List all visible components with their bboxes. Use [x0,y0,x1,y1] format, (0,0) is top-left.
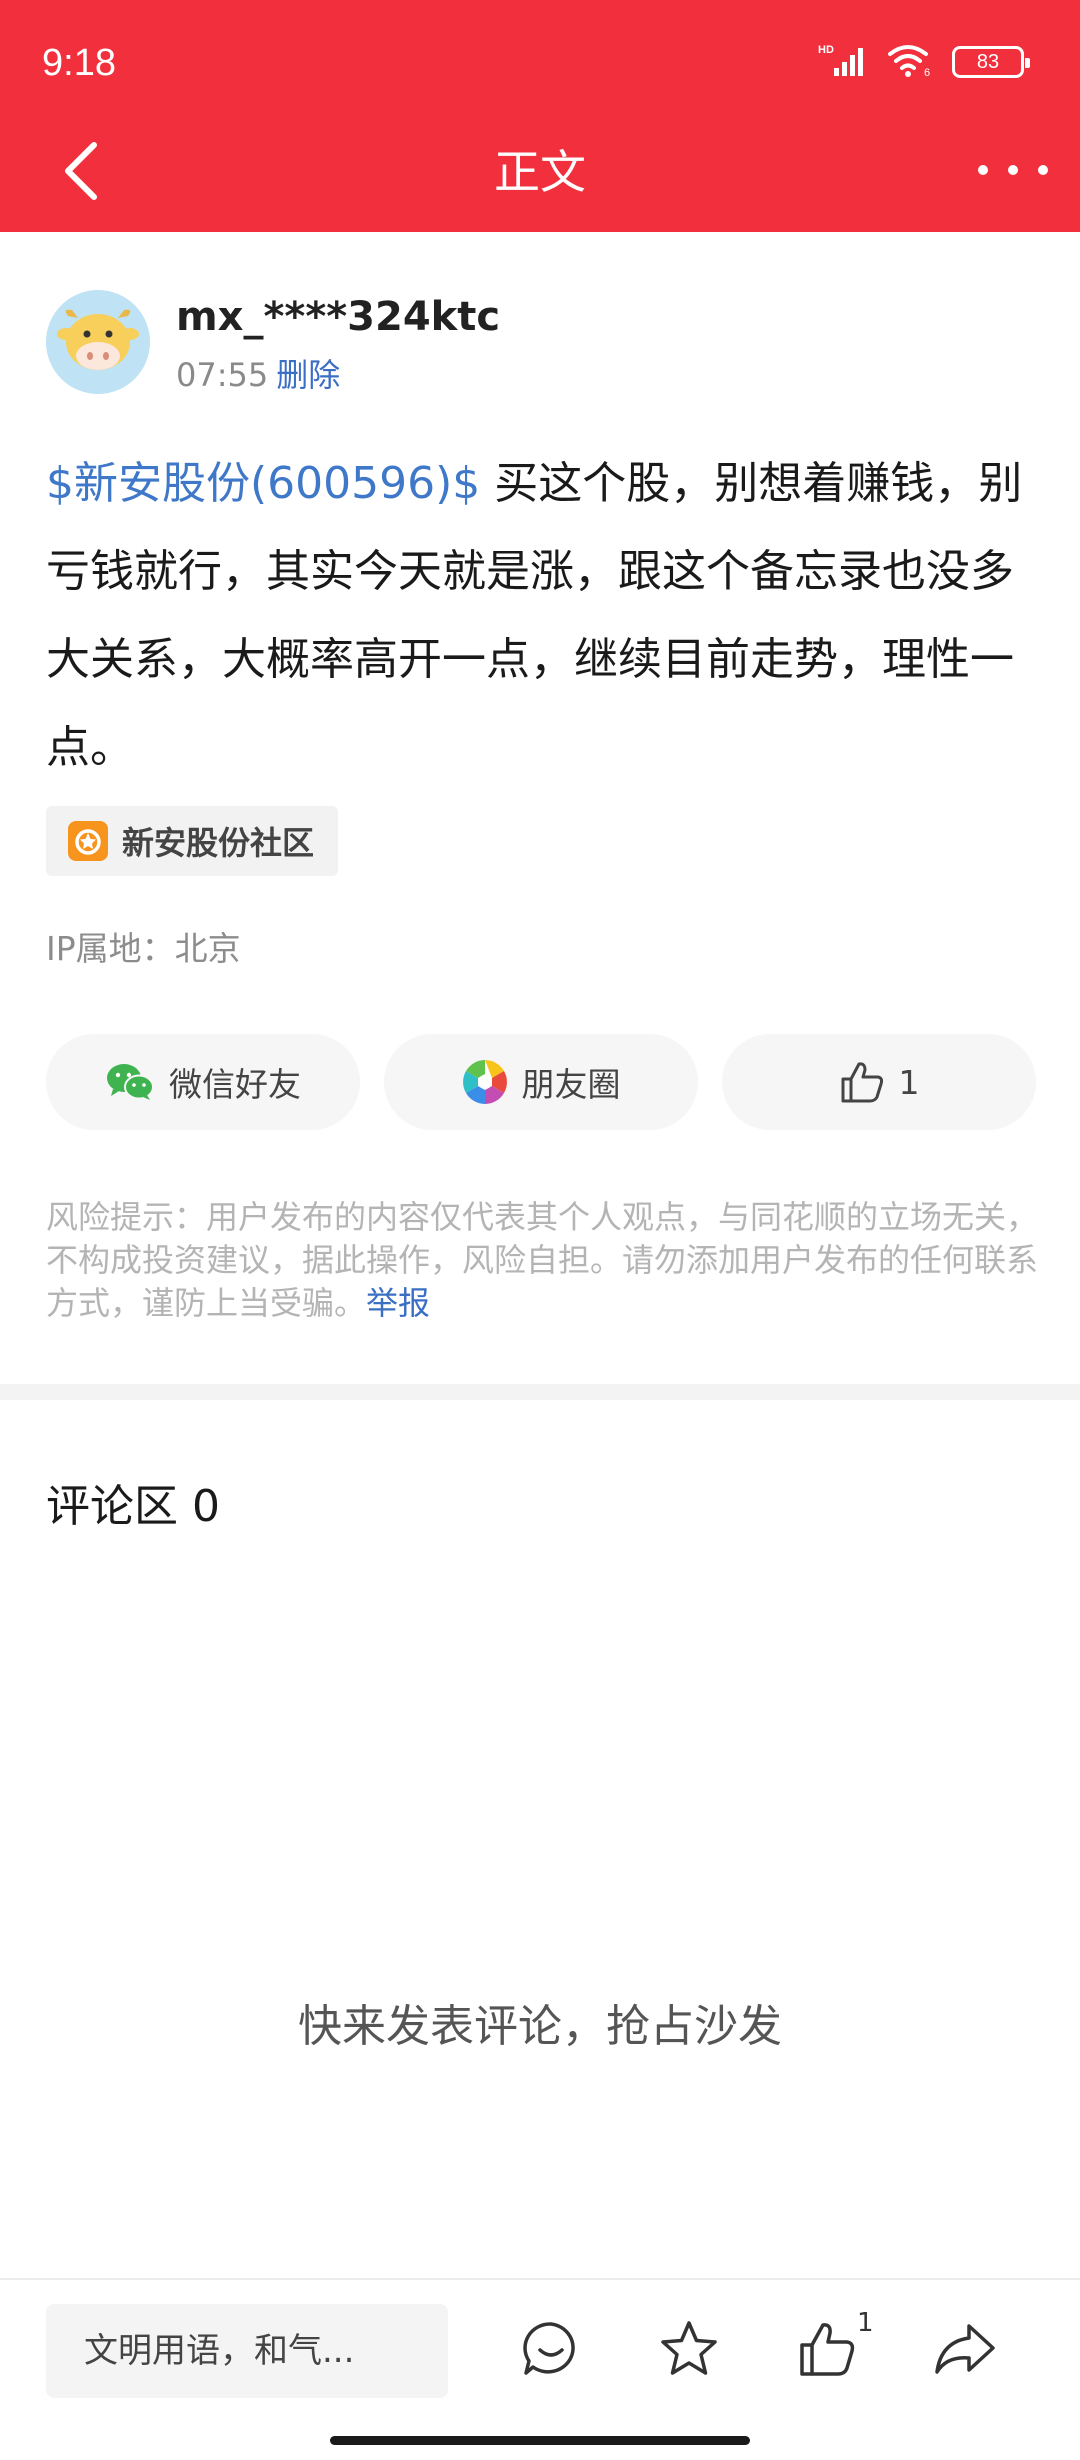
wifi-icon: 6 [886,42,936,82]
empty-comments-prompt[interactable]: 快来发表评论，抢占沙发 [0,1990,1080,2054]
status-bar: 9:18 HD 6 83 [0,0,1080,132]
community-tag[interactable]: 新安股份社区 [46,806,339,876]
like-button[interactable]: 1 [722,1034,1036,1130]
svg-text:6: 6 [924,67,930,78]
hd-badge: HD [818,44,834,56]
share-wechat-label: 微信好友 [169,1065,301,1104]
stock-link[interactable]: $新安股份(600596)$ [46,458,480,509]
bottom-like-button[interactable] [792,2314,862,2384]
section-divider [0,1384,1080,1400]
favorite-button[interactable] [654,2314,724,2384]
thumbs-up-icon [800,2323,855,2376]
delete-link[interactable]: 删除 [276,356,340,394]
comment-input[interactable]: 文明用语，和气... [46,2304,448,2398]
like-count: 1 [898,1062,920,1102]
post-meta: 07:55 删除 [176,350,500,396]
home-indicator [330,2436,750,2445]
share-button[interactable] [930,2314,1000,2384]
nav-bar: 正文 [0,132,1080,232]
post-author: mx_****324ktc 07:55 删除 [46,290,500,396]
app-header: 9:18 HD 6 83 正文 [0,0,1080,232]
star-icon [661,2321,717,2375]
thumbs-up-icon [841,1062,883,1103]
post-time: 07:55 [176,356,269,394]
comment-button[interactable] [516,2314,586,2384]
ip-location: IP属地：北京 [46,929,241,968]
page-title: 正文 [494,145,586,199]
bottom-action-bar: 文明用语，和气... 1 [0,2278,1080,2460]
more-options-button[interactable] [978,150,1048,190]
post-content: $新安股份(600596)$ 买这个股，别想着赚钱，别亏钱就行，其实今天就是涨，… [46,440,1036,792]
wechat-icon [107,1064,154,1100]
status-time: 9:18 [42,42,116,84]
community-tag-label: 新安股份社区 [122,824,315,862]
share-wechat-button[interactable]: 微信好友 [46,1034,360,1130]
username[interactable]: mx_****324ktc [176,290,500,344]
comments-title: 评论区 0 [46,1481,220,1532]
more-dot-icon [978,165,988,175]
battery-level: 83 [976,50,1000,73]
risk-text: 风险提示：用户发布的内容仅代表其个人观点，与同花顺的立场无关，不构成投资建议，据… [46,1198,1039,1322]
more-dot-icon [1038,165,1048,175]
share-moments-label: 朋友圈 [521,1065,621,1104]
avatar[interactable] [46,290,150,394]
share-moments-button[interactable]: 朋友圈 [384,1034,698,1130]
comment-icon [523,2322,575,2375]
cow-avatar-icon [46,290,150,394]
share-row: 微信好友 朋友圈 1 [46,1034,1036,1130]
share-icon [935,2324,995,2374]
author-info: mx_****324ktc 07:55 删除 [176,290,500,396]
report-link[interactable]: 举报 [366,1284,430,1322]
signal-icon: HD [818,42,870,82]
moments-aperture-icon [462,1060,507,1104]
risk-disclaimer: 风险提示：用户发布的内容仅代表其个人观点，与同花顺的立场无关，不构成投资建议，据… [46,1196,1040,1325]
bottom-like-count: 1 [857,2308,874,2338]
status-icons: HD 6 83 [818,42,1030,82]
more-dot-icon [1008,165,1018,175]
community-icon [68,821,108,861]
battery-icon: 83 [952,46,1030,78]
